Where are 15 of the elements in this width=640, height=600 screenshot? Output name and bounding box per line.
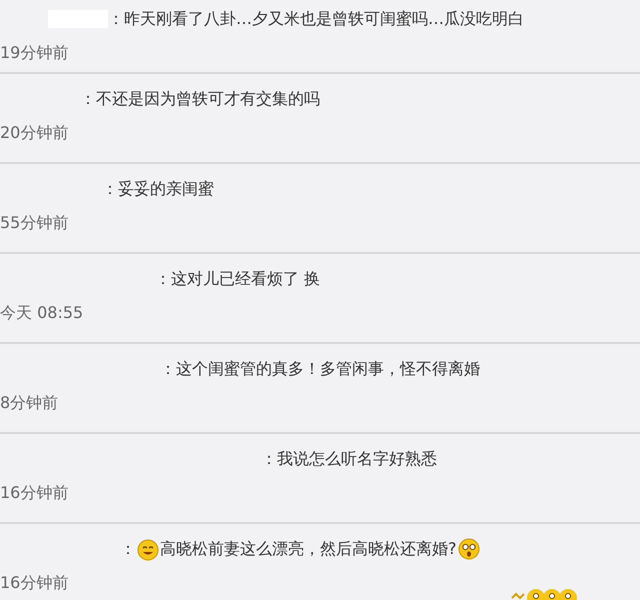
- timestamp: 8分钟前: [0, 393, 60, 414]
- timestamp: 19分钟前: [0, 43, 70, 64]
- timestamp: 16分钟前: [0, 573, 70, 594]
- colon-separator: ：: [120, 538, 136, 560]
- comment-text: ：不还是因为曾轶可才有交集的吗: [80, 88, 320, 110]
- timestamp: 55分钟前: [0, 213, 70, 234]
- comment-text: ：妥妥的亲闺蜜: [102, 178, 214, 200]
- comment-text: ：这对儿已经看烦了 换: [155, 268, 320, 290]
- timestamp: 20分钟前: [0, 123, 70, 144]
- comment-text: ：昨天刚看了八卦…夕又米也是曾轶可闺蜜吗…瓜没吃明白: [108, 8, 524, 30]
- comment-text: ：我说怎么听名字好熟悉: [261, 448, 437, 470]
- comment-text: 高晓松前妻这么漂亮，然后高晓松还离婚?: [160, 538, 456, 560]
- timestamp: 今天 08:55: [0, 303, 84, 324]
- timestamp: 16分钟前: [0, 483, 70, 504]
- comment-text: ：这个闺蜜管的真多！多管闲事，怪不得离婚: [160, 358, 480, 380]
